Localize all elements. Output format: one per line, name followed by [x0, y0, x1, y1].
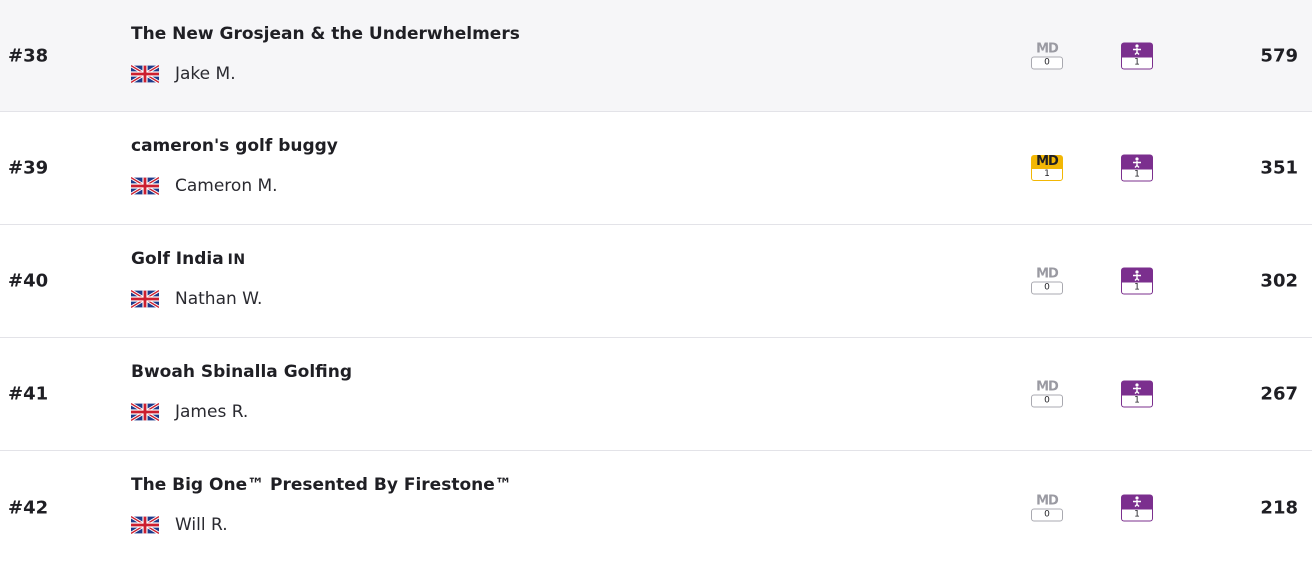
captain-value: 1 [1121, 282, 1153, 295]
points: 218 [1260, 497, 1298, 518]
uk-flag-icon [131, 177, 159, 195]
manager: Jake M. [131, 64, 236, 84]
rank: #38 [8, 45, 49, 66]
team-name[interactable]: cameron's golf buggy [131, 136, 342, 156]
manager-name: Jake M. [175, 64, 236, 84]
team-name[interactable]: The New Grosjean & the Underwhelmers [131, 24, 524, 44]
md-chip: MD 1 [1031, 155, 1063, 181]
md-label: MD [1036, 379, 1059, 395]
captain-chip: 1 [1121, 154, 1153, 182]
manager: Nathan W. [131, 289, 262, 309]
points: 351 [1260, 157, 1298, 179]
table-row[interactable]: #41 Bwoah Sbinalla Golfing James R. MD 0… [0, 338, 1312, 451]
md-chip: MD 0 [1031, 494, 1063, 521]
md-label: MD [1036, 266, 1059, 282]
manager-name: Will R. [175, 515, 228, 535]
md-value: 0 [1031, 394, 1063, 408]
team-name[interactable]: Golf India IN [131, 249, 246, 269]
captain-chip: 1 [1121, 267, 1153, 295]
table-row[interactable]: #38 The New Grosjean & the Underwhelmers… [0, 0, 1312, 112]
captain-value: 1 [1121, 395, 1153, 408]
golfer-icon [1121, 267, 1153, 283]
md-value: 0 [1031, 56, 1063, 69]
golfer-icon [1121, 380, 1153, 396]
md-chip: MD 0 [1031, 42, 1063, 69]
captain-value: 1 [1121, 57, 1153, 69]
standings-list: #38 The New Grosjean & the Underwhelmers… [0, 0, 1312, 564]
rank: #40 [8, 270, 49, 292]
rank: #39 [8, 157, 49, 179]
md-value: 0 [1031, 508, 1063, 521]
md-label: MD [1036, 41, 1059, 56]
uk-flag-icon [131, 516, 159, 534]
manager-name: Cameron M. [175, 176, 278, 196]
captain-chip: 1 [1121, 380, 1153, 408]
md-label: MD [1031, 155, 1063, 168]
table-row[interactable]: #42 The Big One™ Presented By Firestone™… [0, 451, 1312, 564]
uk-flag-icon [131, 290, 159, 308]
golfer-icon [1121, 154, 1153, 170]
table-row[interactable]: #39 cameron's golf buggy Cameron M. MD 1… [0, 112, 1312, 225]
md-label: MD [1036, 493, 1059, 508]
points: 579 [1260, 45, 1298, 66]
rank: #42 [8, 497, 49, 518]
table-row[interactable]: #40 Golf India IN Nathan W. MD 0 1 302 [0, 225, 1312, 338]
md-chip: MD 0 [1031, 381, 1063, 408]
manager: Cameron M. [131, 176, 278, 196]
points: 267 [1260, 383, 1298, 405]
md-value: 1 [1031, 168, 1063, 181]
manager-name: Nathan W. [175, 289, 263, 309]
points: 302 [1260, 270, 1298, 292]
captain-value: 1 [1121, 169, 1153, 182]
uk-flag-icon [131, 403, 159, 421]
team-tag: IN [227, 252, 246, 268]
team-name[interactable]: Bwoah Sbinalla Golfing [131, 362, 356, 382]
manager: Will R. [131, 515, 228, 535]
md-value: 0 [1031, 281, 1063, 295]
golfer-icon [1121, 42, 1153, 57]
manager-name: James R. [175, 402, 249, 422]
md-chip: MD 0 [1031, 268, 1063, 295]
manager: James R. [131, 402, 248, 422]
uk-flag-icon [131, 65, 159, 83]
rank: #41 [8, 383, 49, 405]
captain-chip: 1 [1121, 494, 1153, 521]
captain-value: 1 [1121, 509, 1153, 521]
captain-chip: 1 [1121, 42, 1153, 69]
team-name[interactable]: The Big One™ Presented By Firestone™ [131, 475, 516, 495]
golfer-icon [1121, 494, 1153, 509]
